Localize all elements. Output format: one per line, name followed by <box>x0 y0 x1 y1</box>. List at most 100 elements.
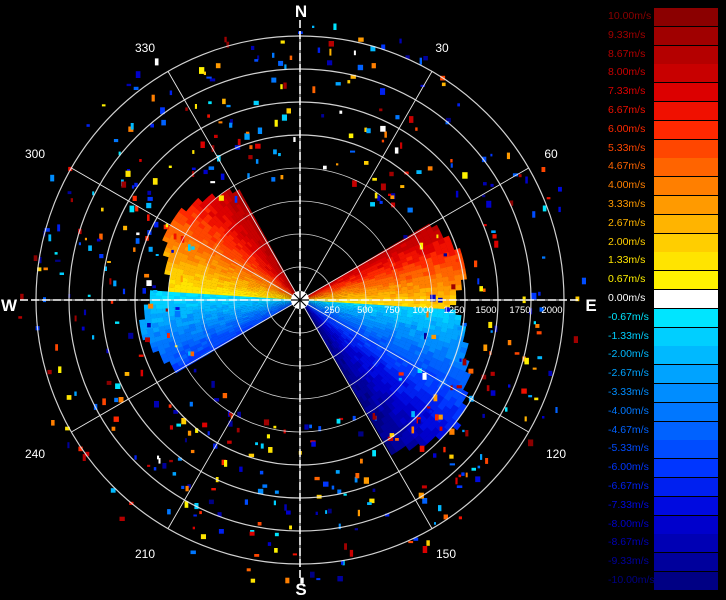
noise-echo <box>474 260 478 268</box>
noise-echo <box>375 408 379 416</box>
noise-echo <box>130 123 134 130</box>
noise-echo <box>475 476 481 483</box>
noise-echo <box>266 434 270 439</box>
noise-echo <box>136 232 140 236</box>
noise-echo <box>422 498 428 504</box>
noise-echo <box>508 384 511 388</box>
noise-echo <box>167 333 170 338</box>
legend-entry: 2.67m/s <box>606 214 718 233</box>
noise-echo <box>118 397 124 403</box>
noise-echo <box>408 541 414 544</box>
velocity-cell <box>425 287 432 293</box>
noise-echo <box>278 60 284 66</box>
noise-echo <box>147 190 152 195</box>
legend-swatch <box>654 459 718 478</box>
noise-echo <box>273 500 276 506</box>
velocity-cell <box>179 292 187 297</box>
noise-echo <box>289 55 293 60</box>
noise-echo <box>421 485 427 489</box>
legend-swatch <box>654 120 718 139</box>
noise-echo <box>507 340 512 346</box>
noise-echo <box>67 191 72 195</box>
noise-echo <box>67 442 70 449</box>
noise-echo <box>395 115 400 120</box>
noise-echo <box>81 326 85 331</box>
noise-echo <box>355 473 360 479</box>
legend-swatch <box>654 233 718 252</box>
legend-swatch <box>654 496 718 515</box>
noise-echo <box>193 514 197 517</box>
noise-echo <box>492 234 497 239</box>
noise-echo <box>154 58 159 66</box>
noise-echo <box>490 371 495 376</box>
noise-echo <box>274 548 278 553</box>
velocity-cell <box>419 284 426 289</box>
noise-echo <box>199 67 205 74</box>
noise-echo <box>128 332 134 339</box>
noise-echo <box>273 149 277 155</box>
noise-echo <box>267 542 272 546</box>
noise-echo <box>58 366 62 373</box>
legend-entry: -9.33m/s <box>606 553 718 572</box>
noise-echo <box>244 133 250 140</box>
noise-echo <box>248 155 253 160</box>
velocity-cell <box>144 313 152 320</box>
noise-echo <box>51 420 55 426</box>
velocity-cell <box>419 292 427 297</box>
range-label-1750: 1750 <box>509 305 530 316</box>
legend-swatch <box>654 271 718 290</box>
noise-echo <box>57 224 61 232</box>
noise-echo <box>208 499 214 505</box>
legend-entry: -8.00m/s <box>606 515 718 534</box>
noise-echo <box>325 510 328 514</box>
noise-echo <box>181 485 185 489</box>
noise-echo <box>148 303 154 309</box>
noise-echo <box>131 185 135 189</box>
noise-echo <box>74 315 77 322</box>
noise-echo <box>168 165 172 168</box>
noise-echo <box>188 244 191 251</box>
velocity-cell <box>209 302 217 306</box>
noise-echo <box>203 169 208 175</box>
noise-echo <box>124 372 130 376</box>
legend-swatch <box>654 214 718 233</box>
noise-echo <box>106 380 112 385</box>
noise-echo <box>380 183 386 191</box>
noise-echo <box>144 273 150 278</box>
noise-echo <box>218 195 224 201</box>
legend-entry: 5.33m/s <box>606 139 718 158</box>
noise-echo <box>207 114 210 118</box>
noise-echo <box>289 525 292 530</box>
noise-echo <box>377 195 381 201</box>
noise-echo <box>154 401 159 408</box>
velocity-color-legend: 10.00m/s 9.33m/s 8.67m/s 8.00m/s 7.33m/s 6.67… <box>606 8 718 592</box>
velocity-cell <box>449 290 457 296</box>
noise-echo <box>152 285 156 289</box>
radar-ppi-display[interactable]: N E S W 30 60 120 150 210 240 300 330 25… <box>0 0 600 600</box>
noise-echo <box>113 280 117 287</box>
velocity-cell <box>156 312 164 319</box>
noise-echo <box>146 280 152 286</box>
noise-echo <box>407 207 413 213</box>
noise-echo <box>147 214 150 221</box>
noise-echo <box>209 78 216 82</box>
noise-echo <box>488 321 493 328</box>
noise-echo <box>458 474 462 478</box>
noise-echo <box>327 508 332 514</box>
noise-echo <box>353 50 356 56</box>
noise-echo <box>293 137 296 142</box>
noise-echo <box>208 101 212 105</box>
legend-entry: -0.67m/s <box>606 308 718 327</box>
velocity-cell <box>179 303 187 308</box>
legend-label: -3.33m/s <box>608 386 649 398</box>
noise-echo <box>239 466 243 472</box>
noise-echo <box>336 163 339 166</box>
legend-entry: 6.00m/s <box>606 120 718 139</box>
noise-echo <box>546 197 551 200</box>
bearing-label-60: 60 <box>544 147 558 161</box>
noise-echo <box>536 331 542 335</box>
noise-echo <box>336 418 341 424</box>
legend-label: 8.67m/s <box>608 47 646 60</box>
noise-echo <box>59 272 64 275</box>
noise-echo <box>427 166 433 171</box>
